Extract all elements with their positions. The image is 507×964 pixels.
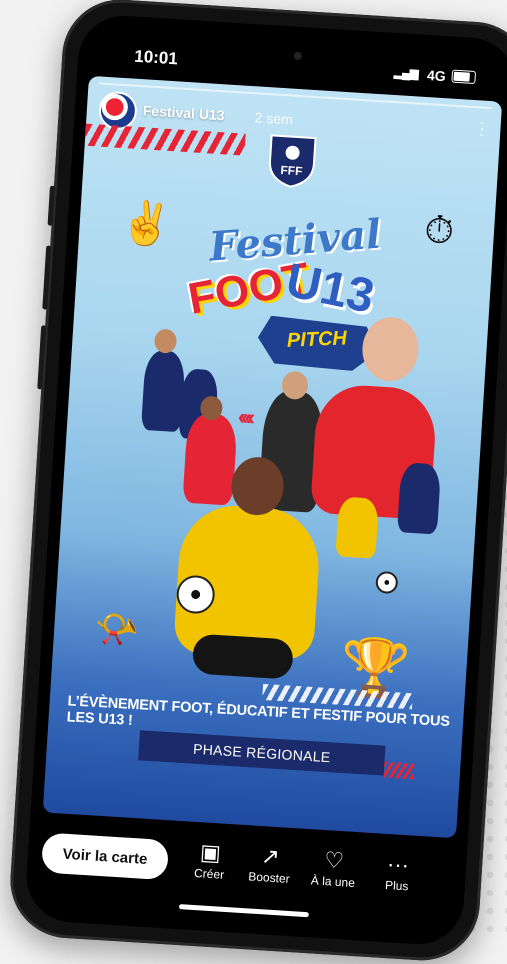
account-name[interactable]: Festival U13 (142, 102, 225, 123)
highlight-icon: ♡ (323, 847, 345, 874)
more-options-icon[interactable]: · · · (478, 114, 485, 143)
whistle-icon: 📯 (93, 607, 141, 651)
story-age: 2 sem (254, 109, 294, 128)
player-shorts (191, 633, 295, 680)
player-head (153, 328, 178, 354)
trend-icon: ↗ (260, 843, 281, 870)
player-red-kit (182, 412, 238, 506)
chevrons-icon: ‹‹‹‹ (237, 403, 253, 430)
fff-logo-text: FFF (280, 163, 303, 178)
boost-label: Booster (247, 869, 291, 886)
story-content[interactable]: Festival U13 2 sem · · · FFF ✌ ⏱ Festival … (42, 75, 503, 839)
pitch-badge-text: PITCH (286, 327, 348, 352)
highlight-button[interactable]: ♡ À la une (301, 845, 368, 891)
network-label: 4G (426, 67, 447, 85)
story-action-bar: Voir la carte ▣ Créer ↗ Booster ♡ À la u… (25, 818, 468, 935)
phone-mockup: 10:01 ▂▄▆ 4G Festival U13 2 sem · · · FFF … (6, 0, 507, 964)
player-yellow-small (335, 496, 380, 559)
battery-icon (451, 69, 477, 85)
view-map-button[interactable]: Voir la carte (40, 832, 170, 881)
signal-icon: ▂▄▆ (393, 64, 419, 81)
phone-screen: 10:01 ▂▄▆ 4G Festival U13 2 sem · · · FFF … (23, 13, 507, 947)
player-navy-running (396, 462, 442, 535)
victory-hand-icon: ✌ (118, 198, 174, 249)
create-icon: ▣ (199, 839, 222, 866)
decorative-stripes-red (383, 761, 415, 780)
create-button[interactable]: ▣ Créer (177, 837, 244, 883)
create-label: Créer (193, 865, 225, 882)
boost-button[interactable]: ↗ Booster (237, 841, 304, 887)
status-time: 10:01 (133, 46, 179, 69)
front-camera (293, 51, 302, 61)
more-icon: ··· (386, 851, 410, 878)
fff-logo: FFF (269, 134, 317, 188)
soccer-ball-small-icon (375, 570, 399, 595)
title-u13: U13 (281, 254, 379, 324)
more-button[interactable]: ··· Plus (364, 849, 431, 895)
player-head-smiling (360, 315, 421, 383)
stopwatch-icon: ⏱ (423, 209, 456, 253)
highlight-label: À la une (310, 873, 356, 891)
more-label: Plus (384, 877, 409, 894)
